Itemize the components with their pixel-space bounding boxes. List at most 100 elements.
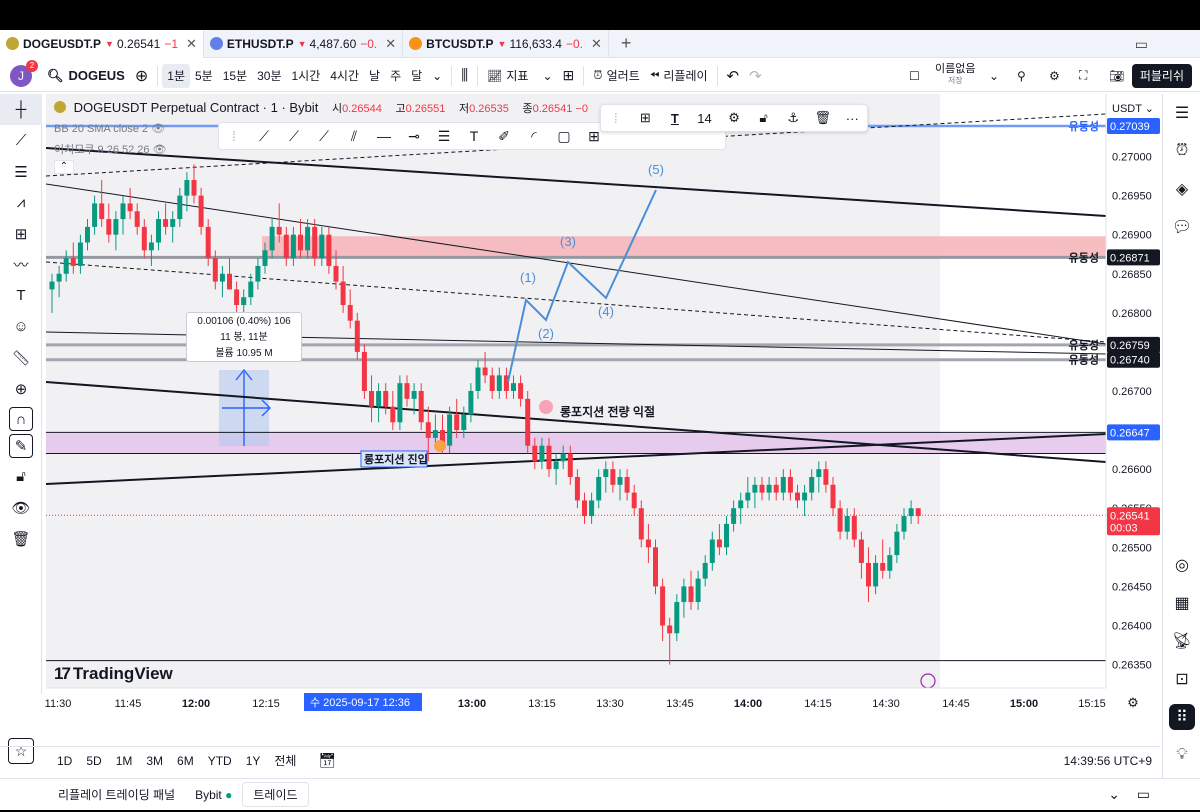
interval-30m[interactable]: 30분: [252, 64, 286, 88]
compass-icon[interactable]: ◎: [1163, 546, 1200, 584]
text-tool-icon[interactable]: T: [459, 128, 489, 144]
eye-off-icon[interactable]: 👁︎: [151, 123, 165, 135]
close-tab-icon[interactable]: ✕: [186, 36, 197, 52]
range-all[interactable]: 전체: [267, 752, 303, 769]
lock-icon[interactable]: 🔓︎: [0, 461, 42, 492]
layout-checkbox-icon[interactable]: ☐: [904, 64, 925, 88]
close-tab-icon[interactable]: ✕: [385, 36, 396, 52]
pitchfork-icon[interactable]: ☰: [429, 128, 459, 145]
range-6m[interactable]: 6M: [170, 754, 201, 768]
broker-tab[interactable]: Bybit ●: [185, 788, 242, 802]
alerts-clock-icon[interactable]: ⏰︎: [1163, 132, 1200, 170]
pattern-icon[interactable]: ⩘: [0, 187, 42, 218]
lock-icon[interactable]: 🔓︎: [749, 110, 779, 126]
interval-month[interactable]: 달: [406, 64, 427, 88]
stay-drawing-icon[interactable]: ✎: [9, 434, 33, 458]
range-1y[interactable]: 1Y: [239, 754, 268, 768]
interval-dropdown-icon[interactable]: ⌄: [427, 64, 447, 88]
range-1d[interactable]: 1D: [50, 754, 79, 768]
range-ytd[interactable]: YTD: [201, 754, 239, 768]
eye-off-icon[interactable]: 👁︎: [153, 144, 167, 156]
compare-add-button[interactable]: ⊕: [130, 64, 153, 88]
interval-15m[interactable]: 15분: [218, 64, 252, 88]
alert-button[interactable]: ⏰︎ 얼러트: [588, 64, 645, 88]
avatar[interactable]: J 2: [10, 59, 38, 87]
font-size-value[interactable]: 14: [690, 111, 720, 126]
drag-handle-icon[interactable]: ⁞: [219, 128, 249, 144]
crosshair-icon[interactable]: ┼: [0, 94, 42, 125]
publish-button[interactable]: 퍼블리쉬: [1131, 63, 1192, 88]
horizontal-line-icon[interactable]: —: [369, 128, 399, 144]
redo-icon[interactable]: ↷: [744, 64, 767, 88]
rectangle-tool-icon[interactable]: ▢: [549, 128, 579, 145]
fib-retracement-icon[interactable]: ☰: [0, 156, 42, 187]
window-layout-icon[interactable]: ▭: [1135, 36, 1148, 53]
ray-tool-icon[interactable]: ⟋: [279, 128, 309, 145]
replay-trading-panel-tab[interactable]: 리플레이 트레이딩 패널: [48, 786, 185, 803]
indicator-ichimoku[interactable]: 이치모쿠 9 26 52 26 👁︎: [54, 141, 167, 157]
interval-5m[interactable]: 5분: [190, 64, 218, 88]
line-tool-icon[interactable]: ⟋: [249, 128, 279, 145]
symbol-search[interactable]: 🔍︎ DOGEUS: [42, 64, 130, 88]
camera-icon[interactable]: 📷︎: [1104, 64, 1129, 88]
interval-4h[interactable]: 4시간: [325, 64, 364, 88]
templates-icon[interactable]: ⊞: [558, 64, 580, 88]
replay-button[interactable]: ⏪︎ 리플레이: [645, 64, 713, 88]
emoji-icon[interactable]: ☺: [0, 311, 42, 342]
indicators-button[interactable]: 📈︎ 지표 ⌄: [482, 64, 557, 88]
tab-ethusdt[interactable]: ETHUSDT.P ▼ 4,487.60 −0. ✕: [204, 29, 404, 58]
range-5d[interactable]: 5D: [79, 754, 108, 768]
help-icon[interactable]: 💡︎: [1163, 736, 1200, 774]
layout-name-button[interactable]: 이름없음 저장: [930, 63, 980, 88]
info-line-icon[interactable]: ⟋: [309, 128, 339, 145]
candle-style-icon[interactable]: ⫼: [456, 64, 473, 88]
ideas-icon[interactable]: ⊡: [1163, 660, 1200, 698]
channel-tool-icon[interactable]: ⫽: [339, 128, 369, 145]
range-1m[interactable]: 1M: [109, 754, 140, 768]
interval-week[interactable]: 주: [385, 64, 406, 88]
interval-day[interactable]: 날: [364, 64, 385, 88]
maximize-panel-icon[interactable]: ▭: [1137, 786, 1150, 803]
interval-1h[interactable]: 1시간: [286, 64, 325, 88]
goto-date-icon[interactable]: 📅︎: [311, 752, 343, 769]
arc-tool-icon[interactable]: ◜: [519, 128, 549, 145]
more-options-icon[interactable]: ···: [838, 111, 868, 126]
magnet-icon[interactable]: ∩: [9, 407, 33, 431]
templates-grid-icon[interactable]: ⊞: [631, 110, 661, 126]
settings-gear-icon[interactable]: ⚙: [1044, 64, 1065, 88]
drag-handle-icon[interactable]: ⁞: [601, 111, 631, 126]
range-3m[interactable]: 3M: [139, 754, 170, 768]
anchor-icon[interactable]: ⚓︎: [778, 110, 808, 126]
undo-icon[interactable]: ↶: [722, 64, 745, 88]
close-tab-icon[interactable]: ✕: [591, 36, 602, 52]
trend-line-icon[interactable]: ⟋: [0, 125, 42, 156]
tab-dogeusdt[interactable]: DOGEUSDT.P ▼ 0.26541 −1 ✕: [0, 29, 204, 58]
layers-icon[interactable]: ◈: [1163, 170, 1200, 208]
calendar-icon[interactable]: ▦: [1163, 584, 1200, 622]
tab-btcusdt[interactable]: BTCUSDT.P ▼ 116,633.4 −0. ✕: [403, 29, 609, 58]
text-icon[interactable]: T: [0, 280, 42, 311]
watchlist-icon[interactable]: ☰: [1163, 94, 1200, 132]
indicator-bb[interactable]: BB 20 SMA close 2 👁︎: [54, 122, 165, 135]
chevron-down-icon[interactable]: ⌄: [1108, 786, 1120, 803]
settings-gear-icon[interactable]: ⚙: [719, 110, 749, 126]
trade-button[interactable]: 트레이드: [242, 782, 309, 807]
fullscreen-icon[interactable]: ⛶: [1074, 64, 1092, 88]
apps-grid-icon[interactable]: ⠿: [1169, 704, 1195, 730]
trash-icon[interactable]: 🗑︎: [0, 523, 42, 554]
eye-icon[interactable]: 👁︎: [0, 492, 42, 523]
trash-icon[interactable]: 🗑︎: [808, 110, 838, 126]
add-tab-icon[interactable]: +: [621, 33, 632, 54]
highlighter-icon[interactable]: ✐: [489, 128, 519, 145]
brush-icon[interactable]: 〰: [0, 249, 42, 280]
forecast-icon[interactable]: ⊞: [0, 218, 42, 249]
chevron-down-icon[interactable]: ⌄: [984, 64, 1004, 88]
text-color-icon[interactable]: T: [660, 111, 690, 126]
quick-search-icon[interactable]: ⚲: [1012, 64, 1031, 88]
interval-1m[interactable]: 1분: [162, 63, 190, 88]
chat-icon[interactable]: 💬︎: [1163, 208, 1200, 246]
zoom-in-icon[interactable]: ⊕: [0, 373, 42, 404]
horizontal-ray-icon[interactable]: ⊸: [399, 128, 429, 145]
collapse-legend-icon[interactable]: ⌃: [54, 160, 74, 174]
ruler-icon[interactable]: 📏︎: [0, 342, 42, 373]
